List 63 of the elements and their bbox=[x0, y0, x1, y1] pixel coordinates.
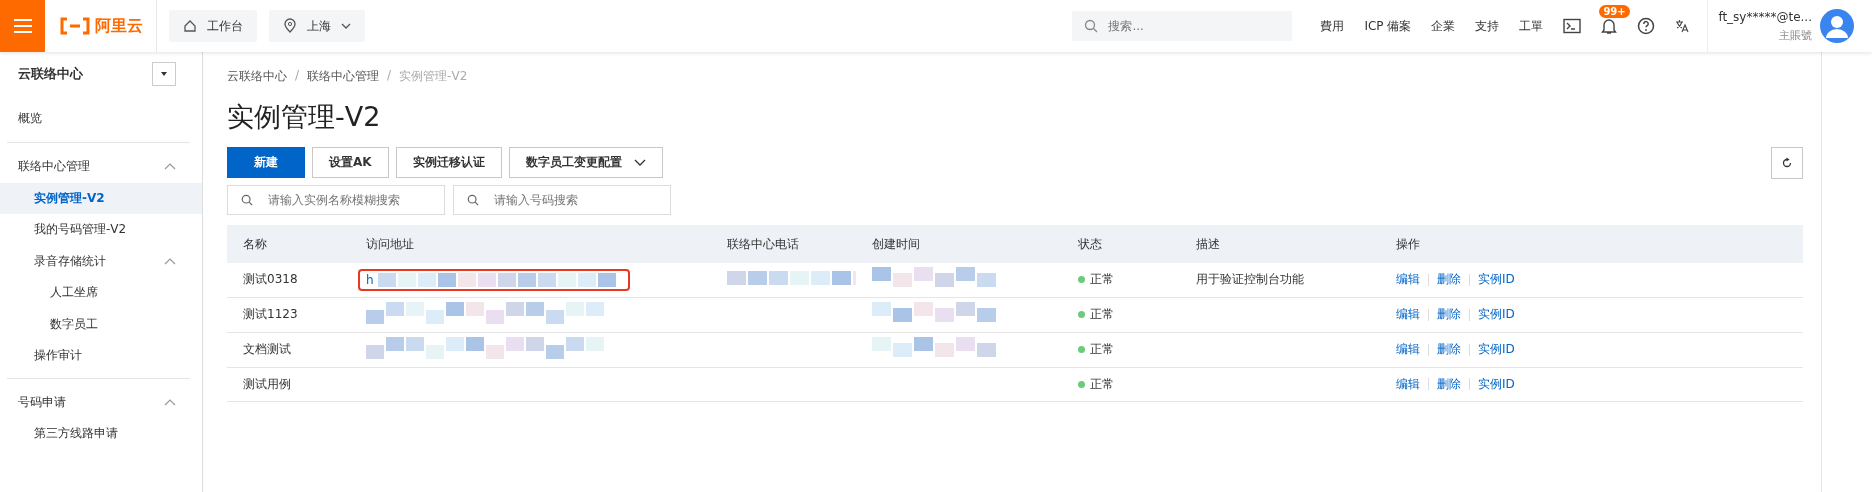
toolbar-button[interactable]: 新建 bbox=[227, 147, 305, 178]
action-link[interactable]: 删除 bbox=[1437, 306, 1461, 323]
nav-link[interactable]: 費用 bbox=[1320, 17, 1345, 35]
status-text: 正常 bbox=[1090, 306, 1114, 323]
column-header: 名称 bbox=[227, 225, 350, 263]
status-text: 正常 bbox=[1090, 341, 1114, 358]
column-header: 状态 bbox=[1062, 225, 1180, 263]
column-header: 创建时间 bbox=[856, 225, 1062, 263]
action-link[interactable]: 编辑 bbox=[1396, 271, 1420, 289]
action-link[interactable]: 实例ID bbox=[1478, 271, 1515, 289]
action-link[interactable]: 实例ID bbox=[1478, 306, 1515, 323]
action-link[interactable]: 删除 bbox=[1437, 375, 1461, 393]
table-cell: 测试0318 bbox=[243, 272, 298, 287]
action-link[interactable]: 删除 bbox=[1437, 341, 1461, 358]
sidebar-item[interactable]: 我的号码管理-V2 bbox=[0, 214, 202, 246]
table-cell: 文档测试 bbox=[243, 342, 291, 356]
sidebar-item[interactable]: 操作审计 bbox=[0, 340, 202, 372]
nav-link[interactable]: 支持 bbox=[1475, 17, 1500, 35]
sidebar-item[interactable]: 概览 bbox=[0, 100, 202, 136]
logo-text: 阿里云 bbox=[95, 15, 143, 37]
sidebar-item[interactable]: 联络中心管理 bbox=[0, 151, 202, 183]
breadcrumb-link[interactable]: 云联络中心 bbox=[227, 68, 287, 85]
region-selector[interactable]: 上海 bbox=[269, 10, 365, 42]
table-cell: 测试用例 bbox=[243, 376, 291, 391]
column-header: 操作 bbox=[1380, 225, 1803, 263]
breadcrumb-link[interactable]: 联络中心管理 bbox=[307, 68, 380, 85]
action-link[interactable]: 编辑 bbox=[1396, 341, 1420, 358]
column-header: 访问地址 bbox=[350, 225, 711, 263]
sidebar-title: 云联络中心 bbox=[18, 65, 83, 83]
breadcrumb-separator: / bbox=[387, 68, 392, 84]
action-link[interactable]: 删除 bbox=[1437, 271, 1461, 289]
workbench-button[interactable]: 工作台 bbox=[169, 10, 257, 42]
nav-link[interactable]: 工單 bbox=[1519, 17, 1544, 35]
sidebar-item[interactable]: 人工坐席 bbox=[0, 277, 202, 309]
sidebar-item[interactable]: 数字员工 bbox=[0, 308, 202, 340]
action-link[interactable]: 实例ID bbox=[1478, 341, 1515, 358]
table-cell: 测试1123 bbox=[243, 307, 298, 321]
sidebar-item[interactable]: 实例管理-V2 bbox=[0, 182, 202, 214]
search-field[interactable]: 搜索... bbox=[1072, 11, 1293, 41]
account-role: 主賬號 bbox=[1779, 27, 1812, 43]
status-text: 正常 bbox=[1090, 271, 1114, 289]
sidebar-item[interactable]: 第三方线路申请 bbox=[0, 418, 202, 450]
breadcrumb-separator: / bbox=[295, 68, 300, 84]
notification-badge: 99+ bbox=[1599, 5, 1630, 18]
column-header: 联络中心电话 bbox=[711, 225, 856, 263]
sidebar-item[interactable]: 号码申请 bbox=[0, 386, 202, 418]
account-name[interactable]: ft_sy*****@te... bbox=[1718, 9, 1812, 24]
action-link[interactable]: 实例ID bbox=[1478, 375, 1515, 393]
nav-link[interactable]: ICP 備案 bbox=[1364, 17, 1412, 35]
action-link[interactable]: 编辑 bbox=[1396, 306, 1420, 323]
table-cell: 用于验证控制台功能 bbox=[1196, 272, 1304, 287]
search-field[interactable]: 请输入实例名称模糊搜索 bbox=[227, 185, 445, 215]
search-field[interactable]: 请输入号码搜索 bbox=[453, 185, 671, 215]
page-title: 实例管理-V2 bbox=[227, 100, 382, 134]
address-link[interactable]: h bbox=[366, 272, 374, 287]
nav-link[interactable]: 企業 bbox=[1431, 17, 1456, 35]
dropdown-button[interactable]: 数字员工变更配置 bbox=[508, 147, 663, 178]
status-text: 正常 bbox=[1090, 375, 1114, 393]
action-link[interactable]: 编辑 bbox=[1396, 375, 1420, 393]
sidebar-item[interactable]: 录音存储统计 bbox=[0, 245, 202, 277]
toolbar-button[interactable]: 设置AK bbox=[312, 147, 389, 178]
column-header: 描述 bbox=[1180, 225, 1380, 263]
toolbar-button[interactable]: 实例迁移认证 bbox=[395, 147, 502, 178]
